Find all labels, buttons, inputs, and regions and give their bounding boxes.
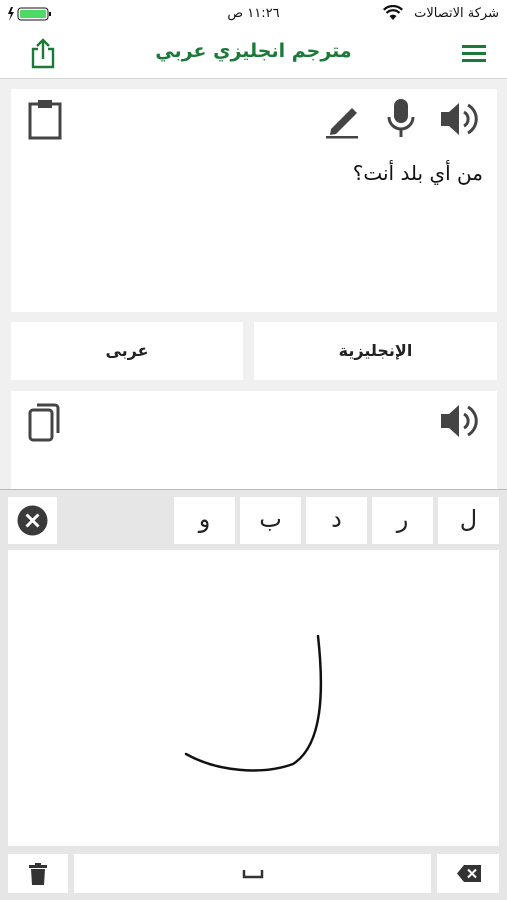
clipboard-icon[interactable]: [27, 98, 63, 140]
trash-button[interactable]: [8, 854, 68, 893]
candidate-key[interactable]: ل: [438, 497, 499, 544]
nav-bar: مترجم انجليزي عربي: [0, 30, 507, 79]
candidate-key[interactable]: ر: [372, 497, 433, 544]
source-language-button[interactable]: الإنجليزية: [254, 322, 497, 380]
space-key[interactable]: [74, 854, 431, 893]
input-text[interactable]: من أي بلد أنت؟: [353, 161, 483, 185]
input-panel[interactable]: من أي بلد أنت؟: [11, 89, 497, 312]
battery-icon: [8, 7, 51, 21]
clear-candidates-icon: [17, 505, 48, 536]
speaker-icon[interactable]: [439, 99, 483, 139]
trash-icon: [29, 863, 47, 885]
backspace-key[interactable]: [437, 854, 499, 893]
pencil-icon[interactable]: [324, 99, 362, 139]
copy-icon[interactable]: [27, 401, 63, 443]
output-panel[interactable]: [11, 391, 497, 491]
status-time: ١١:٢٦ ص: [227, 6, 280, 21]
space-icon: [242, 870, 264, 879]
candidate-key[interactable]: و: [174, 497, 235, 544]
menu-icon[interactable]: [461, 41, 487, 65]
charging-icon: [8, 7, 14, 21]
handwriting-stroke: [184, 634, 323, 772]
backspace-icon: [457, 865, 481, 882]
candidate-key[interactable]: د: [306, 497, 367, 544]
speaker-icon[interactable]: [439, 401, 483, 441]
handwriting-pad[interactable]: [8, 550, 499, 846]
target-language-button[interactable]: عربى: [11, 322, 243, 380]
clear-candidates-button[interactable]: [8, 497, 57, 544]
app-title: مترجم انجليزي عربي: [155, 40, 352, 62]
candidate-key[interactable]: ب: [240, 497, 301, 544]
microphone-icon[interactable]: [385, 97, 417, 141]
status-bar: شركة الاتصالات ١١:٢٦ ص: [0, 0, 507, 30]
